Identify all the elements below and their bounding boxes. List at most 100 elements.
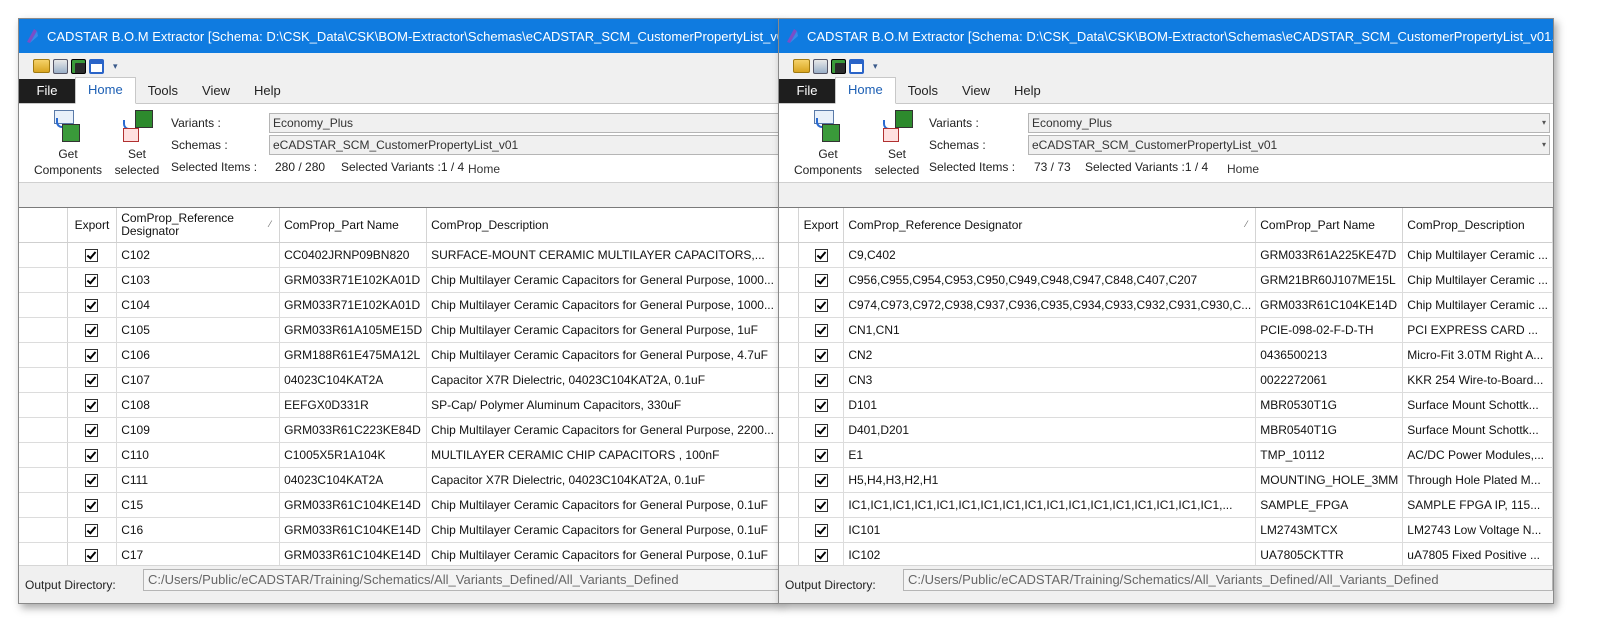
cell-reference-designator[interactable]: C974,C973,C972,C938,C937,C936,C935,C934,… <box>843 292 1257 318</box>
cell-reference-designator[interactable]: C956,C955,C954,C953,C950,C949,C948,C947,… <box>843 267 1257 293</box>
cell-part-name[interactable]: CC0402JRNP09BN820 <box>279 242 428 268</box>
cell-reference-designator[interactable]: E1 <box>843 442 1257 468</box>
cell-reference-designator[interactable]: H5,H4,H3,H2,H1 <box>843 467 1257 493</box>
table-row[interactable]: CN3 0022272061 KKR 254 Wire-to-Board... <box>779 367 1553 393</box>
cell-description[interactable]: Chip Multilayer Ceramic ... <box>1402 242 1553 268</box>
row-header[interactable] <box>19 292 68 318</box>
cell-part-name[interactable]: C1005X5R1A104K <box>279 442 428 468</box>
cell-description[interactable]: uA7805 Fixed Positive ... <box>1402 542 1553 565</box>
table-row[interactable]: C110 C1005X5R1A104K MULTILAYER CERAMIC CHI… <box>19 442 779 468</box>
column-header-description[interactable]: ComProp_Description <box>1402 208 1553 243</box>
row-header[interactable] <box>19 467 68 493</box>
export-checkbox[interactable] <box>798 442 845 468</box>
table-row[interactable]: C15 GRM033R61C104KE14D Chip Multilayer Cer… <box>19 492 779 518</box>
export-checkbox[interactable] <box>67 517 118 543</box>
export-checkbox[interactable] <box>67 442 118 468</box>
cell-reference-designator[interactable]: C110 <box>116 442 281 468</box>
column-header-description[interactable]: ComProp_Description <box>426 208 779 243</box>
table-row[interactable]: C104 GRM033R71E102KA01D Chip Multilayer Ce… <box>19 292 779 318</box>
row-header-corner[interactable] <box>19 208 68 243</box>
cell-description[interactable]: MULTILAYER CERAMIC CHIP CAPACITORS , 100… <box>426 442 779 468</box>
cell-reference-designator[interactable]: C9,C402 <box>843 242 1257 268</box>
export-checkbox[interactable] <box>798 542 845 565</box>
row-header[interactable] <box>19 517 68 543</box>
cell-reference-designator[interactable]: D401,D201 <box>843 417 1257 443</box>
row-header[interactable] <box>779 542 799 565</box>
cell-reference-designator[interactable]: C103 <box>116 267 281 293</box>
tab-home[interactable]: Home <box>835 77 896 104</box>
cell-part-name[interactable]: SAMPLE_FPGA <box>1255 492 1404 518</box>
cell-description[interactable]: PCI EXPRESS CARD ... <box>1402 317 1553 343</box>
output-directory-field[interactable]: C:/Users/Public/eCADSTAR/Training/Schema… <box>903 569 1553 591</box>
cell-reference-designator[interactable]: C16 <box>116 517 281 543</box>
cell-reference-designator[interactable]: IC102 <box>843 542 1257 565</box>
set-selected-button[interactable]: Set selected <box>111 110 163 178</box>
row-header[interactable] <box>779 517 799 543</box>
cell-part-name[interactable]: GRM033R61C104KE14D <box>279 492 428 518</box>
export-checkbox[interactable] <box>798 517 845 543</box>
table-row[interactable]: C106 GRM188R61E475MA12L Chip Multilayer Ce… <box>19 342 779 368</box>
output-directory-field[interactable]: C:/Users/Public/eCADSTAR/Training/Schema… <box>143 569 779 591</box>
export-checkbox[interactable] <box>67 267 118 293</box>
row-header[interactable] <box>779 317 799 343</box>
table-row[interactable]: CN1,CN1 PCIE-098-02-F-D-TH PCI EXPRESS CAR… <box>779 317 1553 343</box>
table-row[interactable]: D101 MBR0530T1G Surface Mount Schottk... <box>779 392 1553 418</box>
cell-part-name[interactable]: GRM033R61C104KE14D <box>279 542 428 565</box>
column-header-part-name[interactable]: ComProp_Part Name <box>279 208 428 243</box>
cell-description[interactable]: Capacitor X7R Dielectric, 04023C104KAT2A… <box>426 467 779 493</box>
window-icon[interactable] <box>89 58 104 74</box>
cell-reference-designator[interactable]: CN3 <box>843 367 1257 393</box>
cell-description[interactable]: Chip Multilayer Ceramic Capacitors for G… <box>426 492 779 518</box>
cell-part-name[interactable]: GRM033R61C104KE14D <box>1255 292 1404 318</box>
table-row[interactable]: C17 GRM033R61C104KE14D Chip Multilayer Cer… <box>19 542 779 565</box>
cell-part-name[interactable]: LM2743MTCX <box>1255 517 1404 543</box>
table-row[interactable]: C956,C955,C954,C953,C950,C949,C948,C947,… <box>779 267 1553 293</box>
bom-grid[interactable]: Export ComProp_Reference Designator ⁄ Com… <box>19 207 779 565</box>
row-header[interactable] <box>19 392 68 418</box>
table-row[interactable]: IC101 LM2743MTCX LM2743 Low Voltage N... <box>779 517 1553 543</box>
export-checkbox[interactable] <box>798 417 845 443</box>
table-row[interactable]: C108 EEFGX0D331R SP-Cap/ Polymer Aluminum … <box>19 392 779 418</box>
table-row[interactable]: C111 04023C104KAT2A Capacitor X7R Dielectr… <box>19 467 779 493</box>
export-icon[interactable] <box>831 58 846 74</box>
row-header[interactable] <box>779 442 799 468</box>
cell-reference-designator[interactable]: C106 <box>116 342 281 368</box>
cell-part-name[interactable]: GRM033R71E102KA01D <box>279 292 428 318</box>
customize-toolbar-icon[interactable]: ▾ <box>873 61 878 72</box>
cell-description[interactable]: Chip Multilayer Ceramic Capacitors for G… <box>426 342 779 368</box>
export-checkbox[interactable] <box>798 242 845 268</box>
cell-part-name[interactable]: 0436500213 <box>1255 342 1404 368</box>
export-checkbox[interactable] <box>67 242 118 268</box>
open-folder-icon[interactable] <box>33 59 50 73</box>
cell-reference-designator[interactable]: C109 <box>116 417 281 443</box>
export-checkbox[interactable] <box>67 492 118 518</box>
cell-part-name[interactable]: UA7805CKTTR <box>1255 542 1404 565</box>
cell-reference-designator[interactable]: IC101 <box>843 517 1257 543</box>
cell-description[interactable]: Capacitor X7R Dielectric, 04023C104KAT2A… <box>426 367 779 393</box>
row-header[interactable] <box>19 342 68 368</box>
cell-part-name[interactable]: TMP_10112 <box>1255 442 1404 468</box>
cell-reference-designator[interactable]: C102 <box>116 242 281 268</box>
dropdown-arrow-icon[interactable]: ▾ <box>1542 114 1546 132</box>
cell-reference-designator[interactable]: C17 <box>116 542 281 565</box>
column-header-export[interactable]: Export <box>798 208 845 243</box>
export-checkbox[interactable] <box>67 292 118 318</box>
cell-reference-designator[interactable]: CN1,CN1 <box>843 317 1257 343</box>
cell-reference-designator[interactable]: C108 <box>116 392 281 418</box>
table-row[interactable]: E1 TMP_10112 AC/DC Power Modules,... <box>779 442 1553 468</box>
bom-grid[interactable]: Export ComProp_Reference Designator ⁄ Com… <box>779 207 1553 565</box>
title-bar[interactable]: CADSTAR B.O.M Extractor [Schema: D:\CSK_… <box>779 19 1553 53</box>
cell-part-name[interactable]: 0022272061 <box>1255 367 1404 393</box>
export-checkbox[interactable] <box>798 292 845 318</box>
schemas-combo[interactable]: eCADSTAR_SCM_CustomerPropertyList_v01 <box>269 135 779 155</box>
cell-part-name[interactable]: 04023C104KAT2A <box>279 367 428 393</box>
export-checkbox[interactable] <box>67 342 118 368</box>
cell-part-name[interactable]: EEFGX0D331R <box>279 392 428 418</box>
cell-part-name[interactable]: GRM033R61A225KE47D <box>1255 242 1404 268</box>
cell-description[interactable]: Chip Multilayer Ceramic Capacitors for G… <box>426 517 779 543</box>
cell-description[interactable]: Chip Multilayer Ceramic Capacitors for G… <box>426 267 779 293</box>
cell-description[interactable]: Chip Multilayer Ceramic ... <box>1402 292 1553 318</box>
table-row[interactable]: C103 GRM033R71E102KA01D Chip Multilayer Ce… <box>19 267 779 293</box>
tab-view[interactable]: View <box>190 79 242 103</box>
cell-reference-designator[interactable]: C111 <box>116 467 281 493</box>
